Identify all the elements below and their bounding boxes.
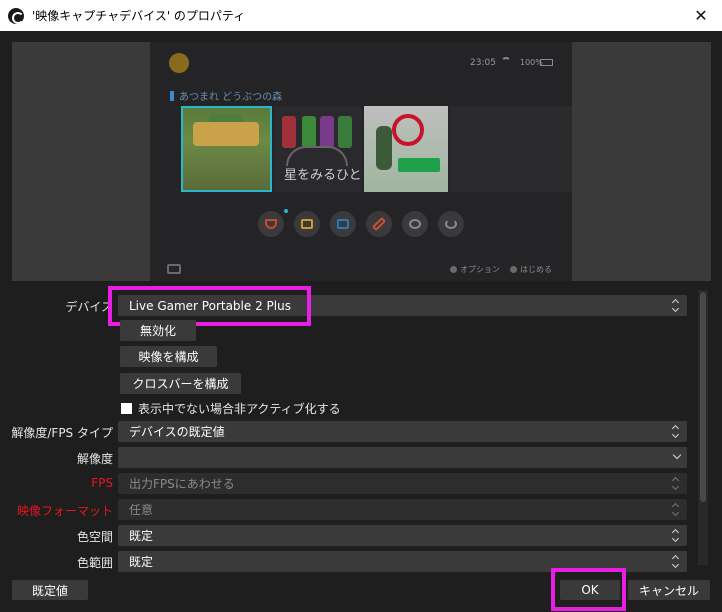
character-figure [282,116,296,148]
wifi-icon [501,57,511,67]
button-hints: オプション はじめる [450,264,552,275]
disable-button[interactable]: 無効化 [120,320,196,341]
user-avatar-icon [169,53,189,73]
resolution-fps-type-label: 解像度/FPS タイプ [11,426,113,440]
color-space-label: 色空間 [76,530,113,544]
deactivate-when-hidden-row[interactable]: 表示中でない場合非アクティブ化する [121,400,341,417]
news-icon [258,211,284,237]
character-figure [338,116,352,148]
updown-arrows-icon [671,424,681,439]
battery-icon [540,59,553,66]
color-range-value: 既定 [129,555,154,569]
updown-arrows-icon [671,502,681,517]
deactivate-checkbox[interactable] [121,403,132,414]
game-logo [398,158,440,172]
resolution-fps-type-value: デバイスの既定値 [129,425,225,439]
highlight-box-ok [551,568,626,611]
resolution-label: 解像度 [76,452,113,466]
updown-arrows-icon [671,554,681,569]
settings-icon [402,211,428,237]
selected-game-title: あつまれ どうぶつの森 [170,88,282,103]
resolution-combobox[interactable] [118,447,687,468]
video-format-value: 任意 [129,503,154,517]
updown-arrows-icon [671,528,681,543]
obs-app-icon [8,7,24,24]
video-format-label: 映像フォーマット [16,504,113,518]
configure-crossbar-button[interactable]: クロスバーを構成 [120,373,241,394]
chevron-down-icon [672,450,682,460]
scrollbar-thumb[interactable] [700,292,706,502]
color-range-label: 色範囲 [76,556,113,570]
preview-screen: 23:05 100% あつまれ どうぶつの森 星をみるひと オプション はじめる [150,42,572,281]
game-tile-empty [450,106,572,192]
video-format-select[interactable]: 任意 [118,499,687,520]
controllers-icon [366,211,392,237]
close-button[interactable]: ✕ [680,0,722,31]
device-label: デバイス [65,300,113,314]
cancel-button[interactable]: キャンセル [628,580,710,600]
fps-label: FPS [91,476,113,490]
hint-start: はじめる [510,264,552,275]
game-tile-text: 星をみるひと [284,168,362,183]
updown-arrows-icon [671,298,681,313]
configure-video-button[interactable]: 映像を構成 [120,346,217,367]
eshop-icon [294,211,320,237]
a-button-icon [510,266,517,273]
character-figure [376,126,392,170]
ring-icon [392,114,424,146]
hint-options: オプション [450,264,500,275]
character-figure [302,116,316,148]
selected-game-title-text: あつまれ どうぶつの森 [179,92,283,103]
plus-button-icon [450,266,457,273]
notification-dot [284,209,288,213]
game-tile-ring-fit [364,106,448,192]
fps-value: 出力FPSにあわせる [129,477,235,491]
color-space-value: 既定 [129,529,154,543]
window-title: '映像キャプチャデバイス' のプロパティ [32,9,246,23]
hint-options-text: オプション [460,265,500,274]
joycon-icon [167,264,181,274]
power-icon [438,211,464,237]
preview-clock: 23:05 [470,58,496,68]
title-marker-icon [170,90,174,101]
fps-select[interactable]: 出力FPSにあわせる [118,473,687,494]
hint-start-text: はじめる [520,265,552,274]
album-icon [330,211,356,237]
defaults-button[interactable]: 既定値 [12,580,88,600]
color-space-select[interactable]: 既定 [118,525,687,546]
game-logo [193,122,259,146]
game-tile-animal-crossing [181,106,272,192]
deactivate-checkbox-label: 表示中でない場合非アクティブ化する [138,402,341,416]
planet-arc [286,146,348,166]
resolution-fps-type-select[interactable]: デバイスの既定値 [118,421,687,442]
updown-arrows-icon [671,476,681,491]
character-figure [320,116,334,148]
title-bar: '映像キャプチャデバイス' のプロパティ ✕ [0,0,722,31]
game-tile-hoshi-wo-miru-hito: 星をみるひと [274,106,362,192]
vertical-scrollbar[interactable] [698,290,708,565]
